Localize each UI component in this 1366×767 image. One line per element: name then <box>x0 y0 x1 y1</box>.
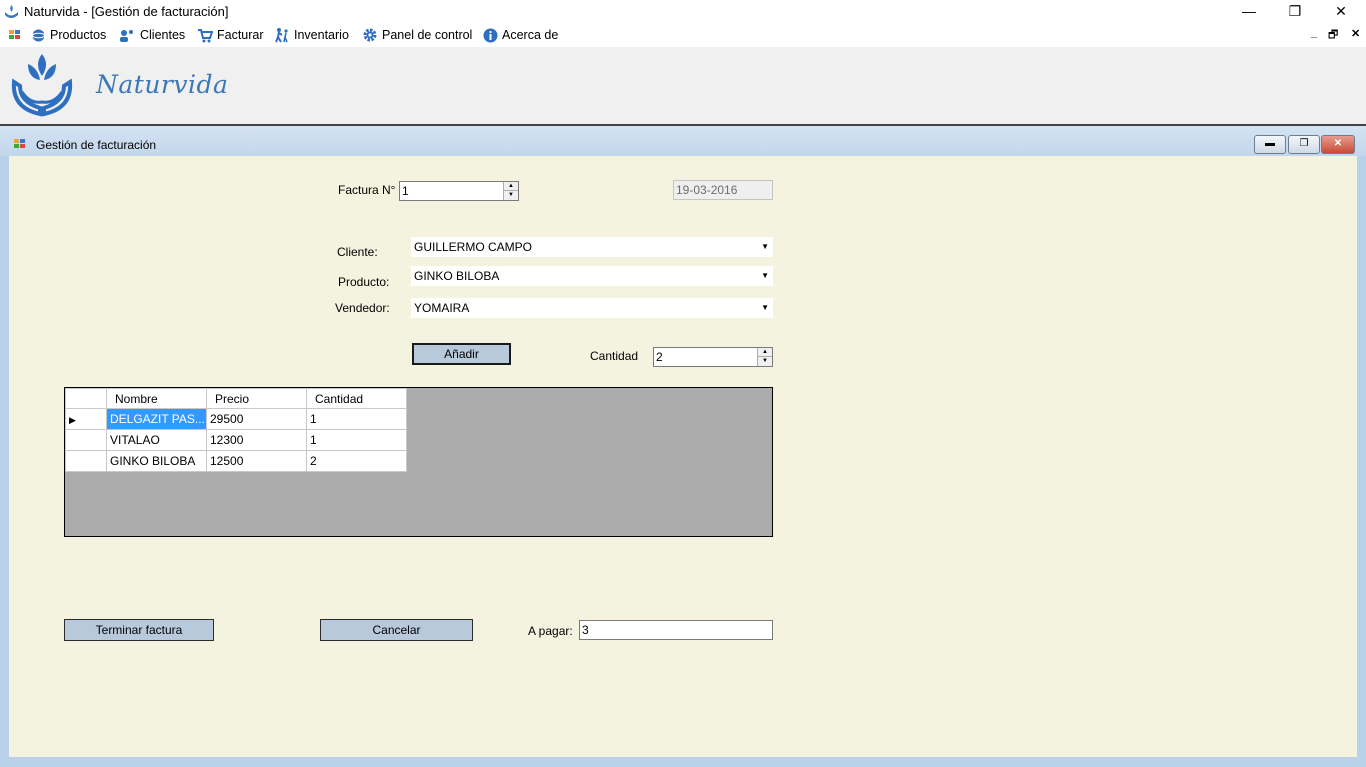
apagar-label: A pagar: <box>528 624 573 638</box>
menu-productos-label: Productos <box>50 28 107 42</box>
child-minimize-button[interactable]: ▬ <box>1254 135 1286 154</box>
producto-label: Producto: <box>338 275 390 289</box>
minimize-button[interactable]: — <box>1226 0 1272 23</box>
cell-cantidad[interactable]: 1 <box>306 408 407 430</box>
cell-precio[interactable]: 12300 <box>206 429 307 451</box>
spin-up-icon[interactable]: ▲ <box>758 348 772 357</box>
factura-number-value: 1 <box>402 184 409 198</box>
dropdown-arrow-icon[interactable]: ▼ <box>761 237 769 257</box>
menu-clientes-label: Clientes <box>140 28 186 42</box>
mdi-close-button[interactable]: ✕ <box>1351 27 1360 40</box>
column-header-precio[interactable]: Precio <box>206 388 307 409</box>
menu-panel-de-control[interactable]: Panel de control <box>362 23 472 47</box>
cart-icon <box>198 28 213 42</box>
users-icon <box>120 29 133 42</box>
people-walking-icon <box>275 28 288 43</box>
cantidad-label: Cantidad <box>590 349 639 363</box>
info-icon <box>483 28 498 42</box>
table-row[interactable]: VITALAO 12300 1 <box>65 429 407 451</box>
terminar-factura-button[interactable]: Terminar factura <box>64 619 214 641</box>
fecha-field: 19-03-2016 <box>673 180 773 200</box>
table-row[interactable]: GINKO BILOBA 12500 2 <box>65 450 407 472</box>
producto-value: GINKO BILOBA <box>414 269 500 283</box>
menu-facturar[interactable]: Facturar <box>197 23 264 47</box>
mdi-restore-button[interactable]: 🗗 <box>1328 26 1338 45</box>
child-window-titlebar: Gestión de facturación <box>0 126 1366 156</box>
cliente-label: Cliente: <box>337 245 378 259</box>
menu-productos[interactable]: Productos <box>31 23 106 47</box>
cantidad-value: 2 <box>656 350 663 364</box>
current-row-arrow-icon: ▶ <box>69 415 76 425</box>
menu-clientes[interactable]: Clientes <box>119 23 185 47</box>
child-close-button[interactable]: ✕ <box>1321 135 1355 154</box>
column-header-nombre[interactable]: Nombre <box>106 388 207 409</box>
child-restore-button[interactable]: ❐ <box>1288 135 1320 154</box>
cell-cantidad[interactable]: 1 <box>306 429 407 451</box>
row-header-current[interactable]: ▶ <box>65 408 107 430</box>
gear-icon <box>363 28 377 42</box>
vendedor-label: Vendedor: <box>335 301 390 315</box>
mdi-minimize-button[interactable]: _ <box>1311 27 1317 39</box>
anadir-button[interactable]: Añadir <box>412 343 511 365</box>
child-window-title: Gestión de facturación <box>36 138 157 152</box>
close-button[interactable]: ✕ <box>1318 0 1364 23</box>
cliente-combobox[interactable]: GUILLERMO CAMPO ▼ <box>411 237 773 257</box>
spin-up-icon[interactable]: ▲ <box>504 182 518 191</box>
dropdown-arrow-icon[interactable]: ▼ <box>761 298 769 318</box>
menu-bar: Productos Clientes Facturar Inventario P… <box>0 23 1366 47</box>
maximize-button[interactable]: ❐ <box>1272 0 1318 23</box>
cliente-value: GUILLERMO CAMPO <box>414 240 533 254</box>
menu-inventario-label: Inventario <box>294 28 349 42</box>
form-icon <box>14 139 25 148</box>
row-header[interactable] <box>65 429 107 451</box>
menu-facturar-label: Facturar <box>217 28 264 42</box>
naturvida-logo-icon <box>11 54 73 117</box>
cantidad-spin-buttons[interactable]: ▲ ▼ <box>757 348 772 366</box>
apagar-field[interactable]: 3 <box>579 620 773 640</box>
row-header-corner <box>65 388 107 409</box>
menu-panel-label: Panel de control <box>382 28 473 42</box>
spin-down-icon[interactable]: ▼ <box>758 357 772 365</box>
window-title: Naturvida - [Gestión de facturación] <box>24 4 229 19</box>
cantidad-stepper[interactable]: 2 ▲ ▼ <box>653 347 773 367</box>
brand-name: Naturvida <box>96 70 229 99</box>
producto-combobox[interactable]: GINKO BILOBA ▼ <box>411 266 773 286</box>
factura-spin-buttons[interactable]: ▲ ▼ <box>503 182 518 200</box>
vendedor-combobox[interactable]: YOMAIRA ▼ <box>411 298 773 318</box>
table-header-row: Nombre Precio Cantidad <box>65 388 407 409</box>
title-bar: Naturvida - [Gestión de facturación] — ❐… <box>0 0 1366 23</box>
cell-precio[interactable]: 12500 <box>206 450 307 472</box>
cell-nombre[interactable]: DELGAZIT PAS... <box>106 408 207 430</box>
column-header-cantidad[interactable]: Cantidad <box>306 388 407 409</box>
factura-label: Factura N° <box>338 183 396 197</box>
table-row[interactable]: ▶ DELGAZIT PAS... 29500 1 <box>65 408 407 430</box>
menu-acerca-de[interactable]: Acerca de <box>483 23 558 47</box>
cell-nombre[interactable]: VITALAO <box>106 429 207 451</box>
cell-nombre[interactable]: GINKO BILOBA <box>106 450 207 472</box>
cell-cantidad[interactable]: 2 <box>306 450 407 472</box>
dropdown-arrow-icon[interactable]: ▼ <box>761 266 769 286</box>
factura-number-stepper[interactable]: 1 ▲ ▼ <box>399 181 519 201</box>
vendedor-value: YOMAIRA <box>414 301 470 315</box>
menu-inventario[interactable]: Inventario <box>274 23 349 47</box>
globe-icon <box>32 29 45 41</box>
items-table: Nombre Precio Cantidad ▶ DELGAZIT PAS...… <box>65 388 407 472</box>
items-datagrid[interactable]: Nombre Precio Cantidad ▶ DELGAZIT PAS...… <box>64 387 773 537</box>
menu-acerca-label: Acerca de <box>502 28 559 42</box>
cancelar-button[interactable]: Cancelar <box>320 619 473 641</box>
app-logo-icon <box>5 5 18 18</box>
row-header[interactable] <box>65 450 107 472</box>
mdi-child-icon[interactable] <box>8 28 22 42</box>
cell-precio[interactable]: 29500 <box>206 408 307 430</box>
spin-down-icon[interactable]: ▼ <box>504 191 518 199</box>
